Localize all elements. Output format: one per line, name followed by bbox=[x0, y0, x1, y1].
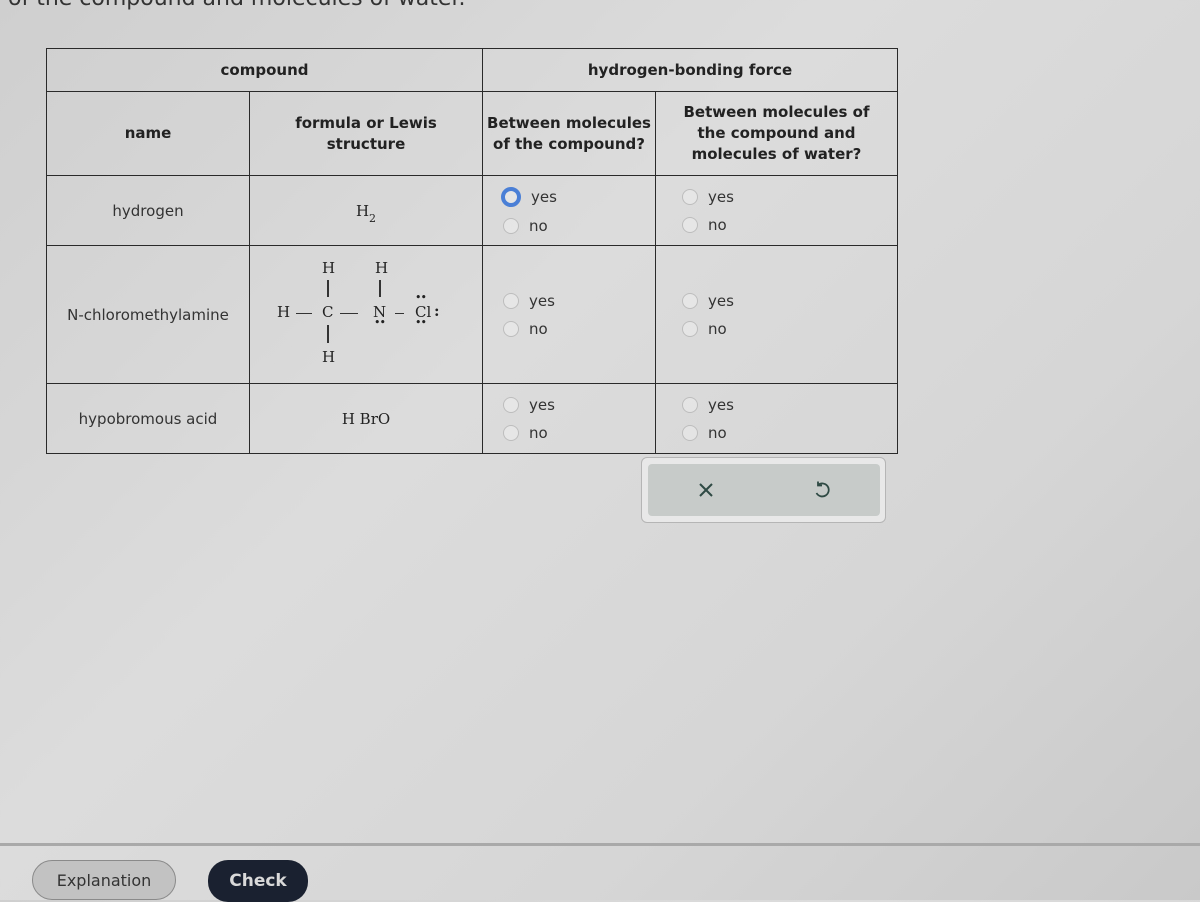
radio-option-yes[interactable]: yes bbox=[503, 396, 555, 414]
radio-option-no[interactable]: no bbox=[503, 320, 555, 338]
clear-button[interactable] bbox=[691, 475, 721, 505]
radio-button[interactable] bbox=[503, 217, 519, 234]
radio-label: yes bbox=[708, 395, 734, 414]
atom-h: H bbox=[375, 258, 389, 277]
footer-divider bbox=[0, 843, 1200, 846]
radio-label: no bbox=[529, 216, 548, 235]
answer-action-bar bbox=[641, 457, 886, 523]
lone-pair: •• bbox=[374, 315, 386, 329]
radio-button[interactable] bbox=[682, 216, 698, 233]
bond bbox=[340, 312, 358, 314]
radio-label: yes bbox=[708, 291, 734, 310]
hydrogen-bonding-table: compound hydrogen-bonding force name for… bbox=[46, 48, 898, 454]
compound-formula: H BrO bbox=[249, 383, 483, 454]
radio-group-between-compound: yes no bbox=[503, 396, 555, 442]
table-row: hypobromous acid H BrO yes no yes no bbox=[46, 383, 898, 454]
radio-option-yes[interactable]: yes bbox=[682, 396, 734, 414]
formula-text: H bbox=[355, 201, 370, 220]
atom-c: C bbox=[322, 302, 334, 321]
between-water-cell: yes no bbox=[655, 383, 898, 454]
radio-button[interactable] bbox=[682, 424, 698, 441]
radio-group-between-water: yes no bbox=[682, 292, 734, 338]
radio-label: no bbox=[708, 319, 727, 338]
between-compound-header: Between molecules of the compound? bbox=[482, 91, 656, 176]
radio-button[interactable] bbox=[501, 186, 521, 207]
hbond-group-header: hydrogen-bonding force bbox=[482, 48, 898, 92]
radio-option-yes[interactable]: yes bbox=[503, 292, 555, 310]
radio-label: yes bbox=[529, 291, 555, 310]
radio-option-no[interactable]: no bbox=[682, 216, 734, 234]
radio-label: no bbox=[529, 423, 548, 442]
formula-subscript: 2 bbox=[369, 211, 377, 225]
between-compound-cell: yes no bbox=[482, 175, 656, 246]
lone-pair: : bbox=[434, 301, 440, 320]
radio-label: yes bbox=[708, 187, 734, 206]
undo-icon bbox=[815, 481, 830, 498]
radio-group-between-compound: yes no bbox=[501, 186, 557, 235]
radio-group-between-water: yes no bbox=[682, 396, 734, 442]
bond bbox=[379, 279, 381, 297]
radio-button[interactable] bbox=[503, 320, 519, 337]
radio-label: yes bbox=[531, 187, 557, 206]
between-water-cell: yes no bbox=[655, 245, 898, 384]
name-header: name bbox=[46, 91, 250, 176]
check-button[interactable]: Check bbox=[208, 860, 308, 902]
table-row: hydrogen H2 yes no yes no bbox=[46, 175, 898, 246]
radio-button[interactable] bbox=[682, 396, 698, 413]
radio-button[interactable] bbox=[682, 320, 698, 337]
radio-option-no[interactable]: no bbox=[682, 320, 734, 338]
bond bbox=[327, 279, 329, 297]
bond bbox=[296, 312, 312, 314]
radio-option-yes[interactable]: yes bbox=[682, 188, 734, 206]
formula-header: formula or Lewis structure bbox=[249, 91, 483, 176]
atom-h: H bbox=[322, 258, 336, 277]
between-compound-cell: yes no bbox=[482, 245, 656, 384]
compound-name: hypobromous acid bbox=[46, 383, 250, 454]
bond bbox=[327, 324, 329, 343]
question-text: of the compound and molecules of water. bbox=[8, 0, 465, 11]
x-icon bbox=[698, 483, 713, 497]
compound-group-header: compound bbox=[46, 48, 483, 92]
radio-option-no[interactable]: no bbox=[503, 424, 555, 442]
radio-label: no bbox=[708, 423, 727, 442]
radio-label: no bbox=[529, 319, 548, 338]
bond bbox=[395, 312, 404, 314]
compound-name: hydrogen bbox=[46, 175, 250, 246]
action-bar-inner bbox=[647, 464, 880, 516]
radio-option-no[interactable]: no bbox=[682, 424, 734, 442]
lewis-structure: H H H C N •• Cl •• •• : H bbox=[271, 253, 461, 373]
between-water-cell: yes no bbox=[655, 175, 898, 246]
radio-button[interactable] bbox=[503, 424, 519, 441]
radio-button[interactable] bbox=[503, 396, 519, 413]
compound-formula: H2 bbox=[249, 175, 483, 246]
radio-button[interactable] bbox=[682, 292, 698, 309]
lone-pair: •• bbox=[415, 315, 427, 329]
undo-button[interactable] bbox=[807, 475, 837, 505]
explanation-button[interactable]: Explanation bbox=[32, 860, 176, 900]
radio-button[interactable] bbox=[503, 292, 519, 309]
between-compound-cell: yes no bbox=[482, 383, 656, 454]
between-water-header: Between molecules of the compound and mo… bbox=[655, 91, 898, 176]
radio-group-between-water: yes no bbox=[682, 188, 734, 234]
radio-option-yes[interactable]: yes bbox=[501, 186, 557, 207]
radio-button[interactable] bbox=[682, 188, 698, 205]
radio-label: no bbox=[708, 215, 727, 234]
radio-option-no[interactable]: no bbox=[503, 217, 557, 235]
radio-group-between-compound: yes no bbox=[503, 292, 555, 338]
compound-lewis-structure: H H H C N •• Cl •• •• : H bbox=[249, 245, 483, 384]
table-row: N-chloromethylamine H H H C N •• Cl •• •… bbox=[46, 245, 898, 384]
atom-h: H bbox=[322, 347, 336, 366]
radio-option-yes[interactable]: yes bbox=[682, 292, 734, 310]
atom-h: H bbox=[277, 302, 291, 321]
radio-label: yes bbox=[529, 395, 555, 414]
compound-name: N-chloromethylamine bbox=[46, 245, 250, 384]
lone-pair: •• bbox=[415, 290, 427, 304]
